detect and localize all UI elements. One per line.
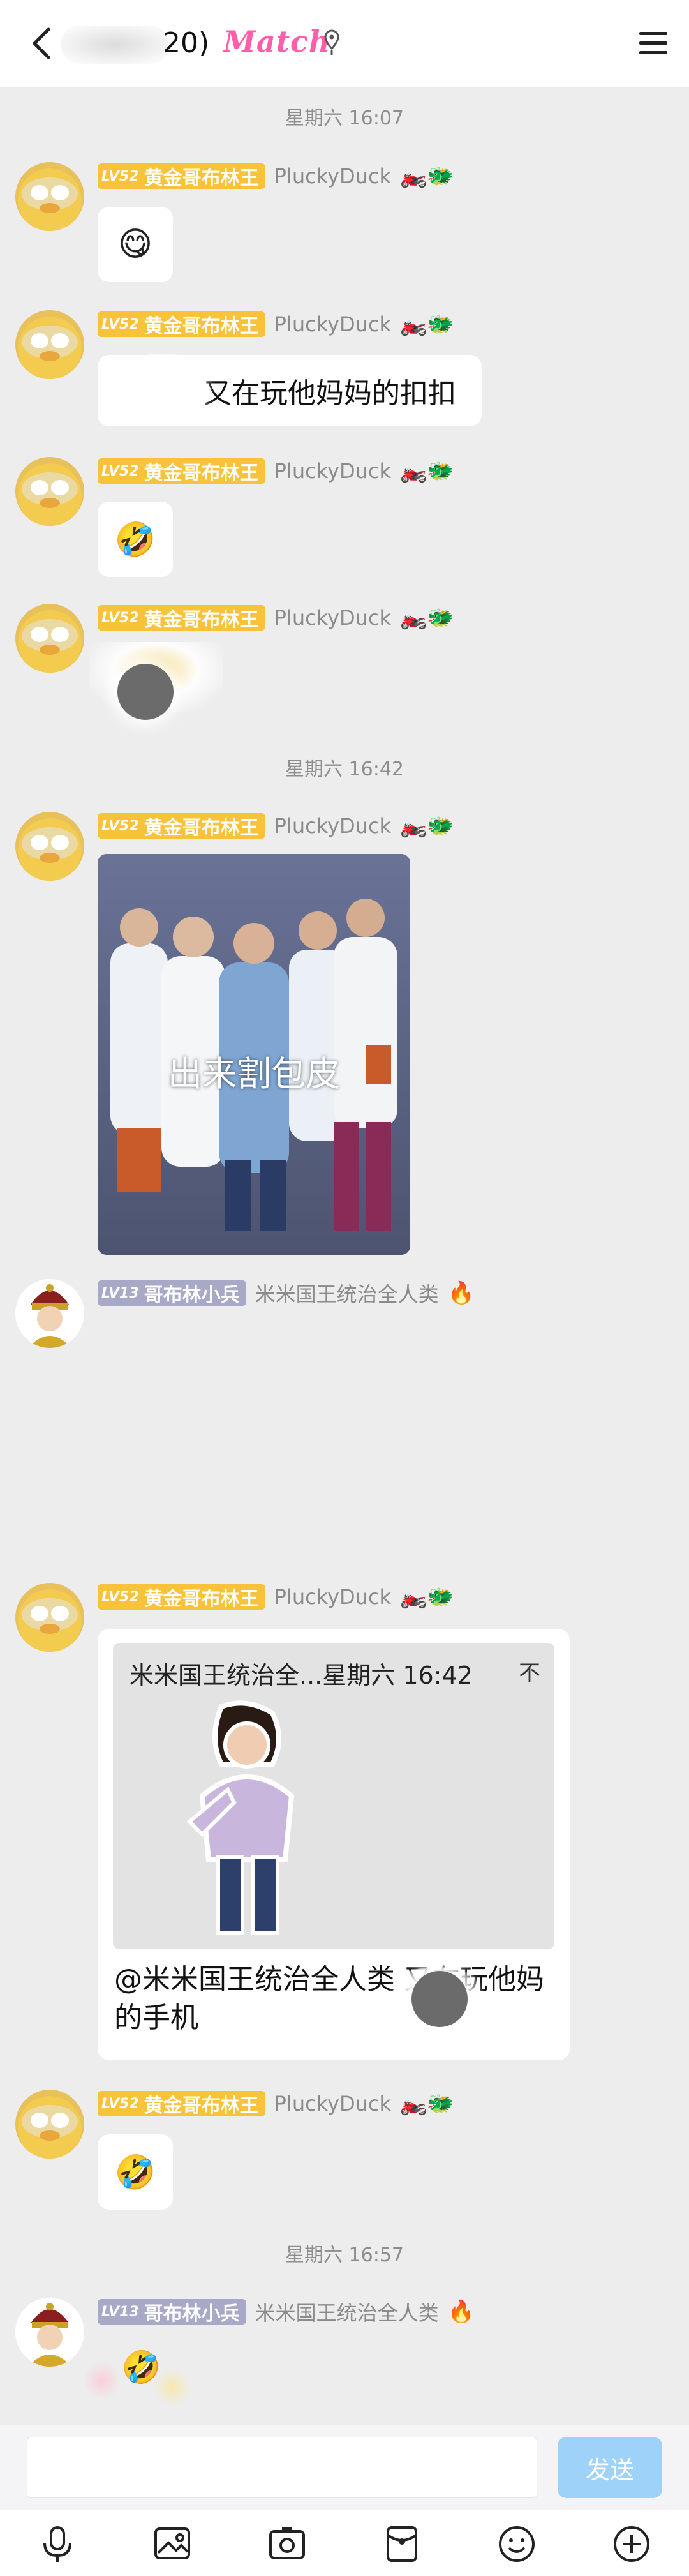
quoted-message[interactable]: 米米国王统治全...星期六 16:42 不 xyxy=(113,1643,554,1949)
timestamp: 星期六 16:42 xyxy=(285,758,404,781)
sender-meta: LV52 黄金哥布林王 PluckyDuck 🏍️🐲 xyxy=(98,457,454,485)
sender-nickname: 米米国王统治全人类 xyxy=(255,2301,439,2325)
level-badge: LV52 黄金哥布林王 xyxy=(98,2091,265,2117)
location-pin-icon xyxy=(324,29,339,55)
quoted-header: 米米国王统治全...星期六 16:42 xyxy=(130,1661,473,1689)
sender-meta: LV52 黄金哥布林王 PluckyDuck 🏍️🐲 xyxy=(98,310,454,338)
level-badge: LV52 黄金哥布林王 xyxy=(98,813,265,839)
blurred-group-name xyxy=(61,26,169,64)
decoration-icon: 🏍️🐲 xyxy=(400,2091,454,2116)
fire-icon: 🔥 xyxy=(447,1280,475,1306)
decoration-icon: 🏍️🐲 xyxy=(400,163,454,189)
sender-nickname: PluckyDuck xyxy=(274,814,392,838)
avatar[interactable] xyxy=(15,1279,84,1348)
blurred-sticker xyxy=(153,2368,191,2406)
sender-meta: LV52 黄金哥布林王 PluckyDuck 🏍️🐲 xyxy=(98,1583,454,1611)
duck-avatar-image xyxy=(15,1583,84,1652)
sender-meta: LV52 黄金哥布林王 PluckyDuck 🏍️🐲 xyxy=(98,812,454,840)
fire-icon: 🔥 xyxy=(447,2299,475,2325)
sender-nickname: PluckyDuck xyxy=(274,164,392,188)
composer-toolbar xyxy=(0,2510,689,2576)
sender-meta: LV52 黄金哥布林王 PluckyDuck 🏍️🐲 xyxy=(98,604,454,632)
level-badge: LV52 黄金哥布林王 xyxy=(98,311,265,338)
duck-avatar-image xyxy=(15,310,84,379)
decoration-icon: 🏍️🐲 xyxy=(400,813,454,839)
sender-meta: LV52 黄金哥布林王 PluckyDuck 🏍️🐲 xyxy=(98,162,454,190)
back-arrow-icon[interactable] xyxy=(23,24,61,63)
timestamp: 星期六 16:57 xyxy=(285,2244,404,2266)
camera-icon[interactable] xyxy=(267,2524,307,2565)
sender-nickname: 米米国王统治全人类 xyxy=(255,1282,439,1307)
message-text: 又在玩他妈妈的扣扣 xyxy=(204,377,456,410)
quoted-close[interactable]: 不 xyxy=(519,1656,540,1687)
avatar[interactable] xyxy=(15,457,84,526)
blurred-sticker xyxy=(83,2362,121,2400)
avatar[interactable] xyxy=(15,1583,84,1652)
sender-nickname: PluckyDuck xyxy=(274,312,392,336)
level-badge: LV13 哥布林小兵 xyxy=(98,2299,246,2325)
level-badge: LV52 黄金哥布林王 xyxy=(98,1584,265,1610)
duck-avatar-image xyxy=(15,604,84,673)
decoration-icon: 🏍️🐲 xyxy=(400,311,454,337)
sender-nickname: PluckyDuck xyxy=(274,1585,392,1609)
sender-nickname: PluckyDuck xyxy=(274,459,392,483)
composer-bar: 发送 xyxy=(0,2425,689,2510)
emoji-bubble[interactable]: 😋 xyxy=(98,207,173,282)
send-button[interactable]: 发送 xyxy=(558,2437,662,2498)
emoji-bubble[interactable]: 🤣 xyxy=(98,502,173,577)
duck-avatar-image xyxy=(15,457,84,526)
sender-meta: LV13 哥布林小兵 米米国王统治全人类 🔥 xyxy=(98,2298,475,2326)
member-count: 20) xyxy=(163,27,210,59)
image-icon[interactable] xyxy=(152,2524,193,2565)
avatar[interactable] xyxy=(15,2298,84,2367)
reply-bubble[interactable]: 米米国王统治全...星期六 16:42 不 @米米国王统治全人类 又在玩他妈的手… xyxy=(98,1629,570,2060)
emperor-avatar-image xyxy=(15,1279,84,1348)
duck-avatar-image xyxy=(15,812,84,881)
sender-meta: LV52 黄金哥布林王 PluckyDuck 🏍️🐲 xyxy=(98,2090,454,2118)
message-input[interactable] xyxy=(27,2437,537,2498)
level-badge: LV52 黄金哥布林王 xyxy=(98,163,265,190)
decoration-icon: 🏍️🐲 xyxy=(400,458,454,484)
level-badge: LV13 哥布林小兵 xyxy=(98,1280,246,1307)
blurred-patch xyxy=(102,354,223,424)
decoration-icon: 🏍️🐲 xyxy=(400,605,454,631)
sender-nickname: PluckyDuck xyxy=(274,2092,392,2116)
timestamp: 星期六 16:07 xyxy=(285,107,404,130)
menu-icon[interactable] xyxy=(635,26,671,61)
emoji-icon[interactable] xyxy=(496,2524,537,2565)
avatar[interactable] xyxy=(15,604,84,673)
microphone-icon[interactable] xyxy=(37,2524,78,2565)
plus-icon[interactable] xyxy=(611,2524,652,2565)
sticker-message[interactable]: 🤣 xyxy=(83,2349,191,2413)
duck-avatar-image xyxy=(15,162,84,231)
blur-dot xyxy=(117,664,174,720)
photo-message[interactable]: 出来割包皮 xyxy=(98,854,410,1255)
avatar[interactable] xyxy=(15,812,84,881)
decoration-icon: 🏍️🐲 xyxy=(400,1584,454,1610)
girl-sticker-image xyxy=(186,1700,295,1935)
sender-meta: LV13 哥布林小兵 米米国王统治全人类 🔥 xyxy=(98,1279,475,1307)
group-tag: Match xyxy=(223,24,331,59)
chat-header: 20) Match xyxy=(0,0,689,87)
level-badge: LV52 黄金哥布林王 xyxy=(98,605,265,631)
sender-nickname: PluckyDuck xyxy=(274,606,392,630)
duck-avatar-image xyxy=(15,2090,84,2159)
reply-text: @米米国王统治全人类 又在玩他妈的手机 xyxy=(114,1963,544,2034)
emperor-avatar-image xyxy=(15,2298,84,2367)
avatar[interactable] xyxy=(15,162,84,231)
emoji-bubble[interactable]: 🤣 xyxy=(98,2134,173,2210)
avatar[interactable] xyxy=(15,2090,84,2159)
blur-dot xyxy=(411,1971,468,2027)
level-badge: LV52 黄金哥布林王 xyxy=(98,458,265,484)
avatar[interactable] xyxy=(15,310,84,379)
photo-caption: 出来割包皮 xyxy=(168,1054,340,1094)
red-packet-icon[interactable] xyxy=(382,2524,422,2565)
